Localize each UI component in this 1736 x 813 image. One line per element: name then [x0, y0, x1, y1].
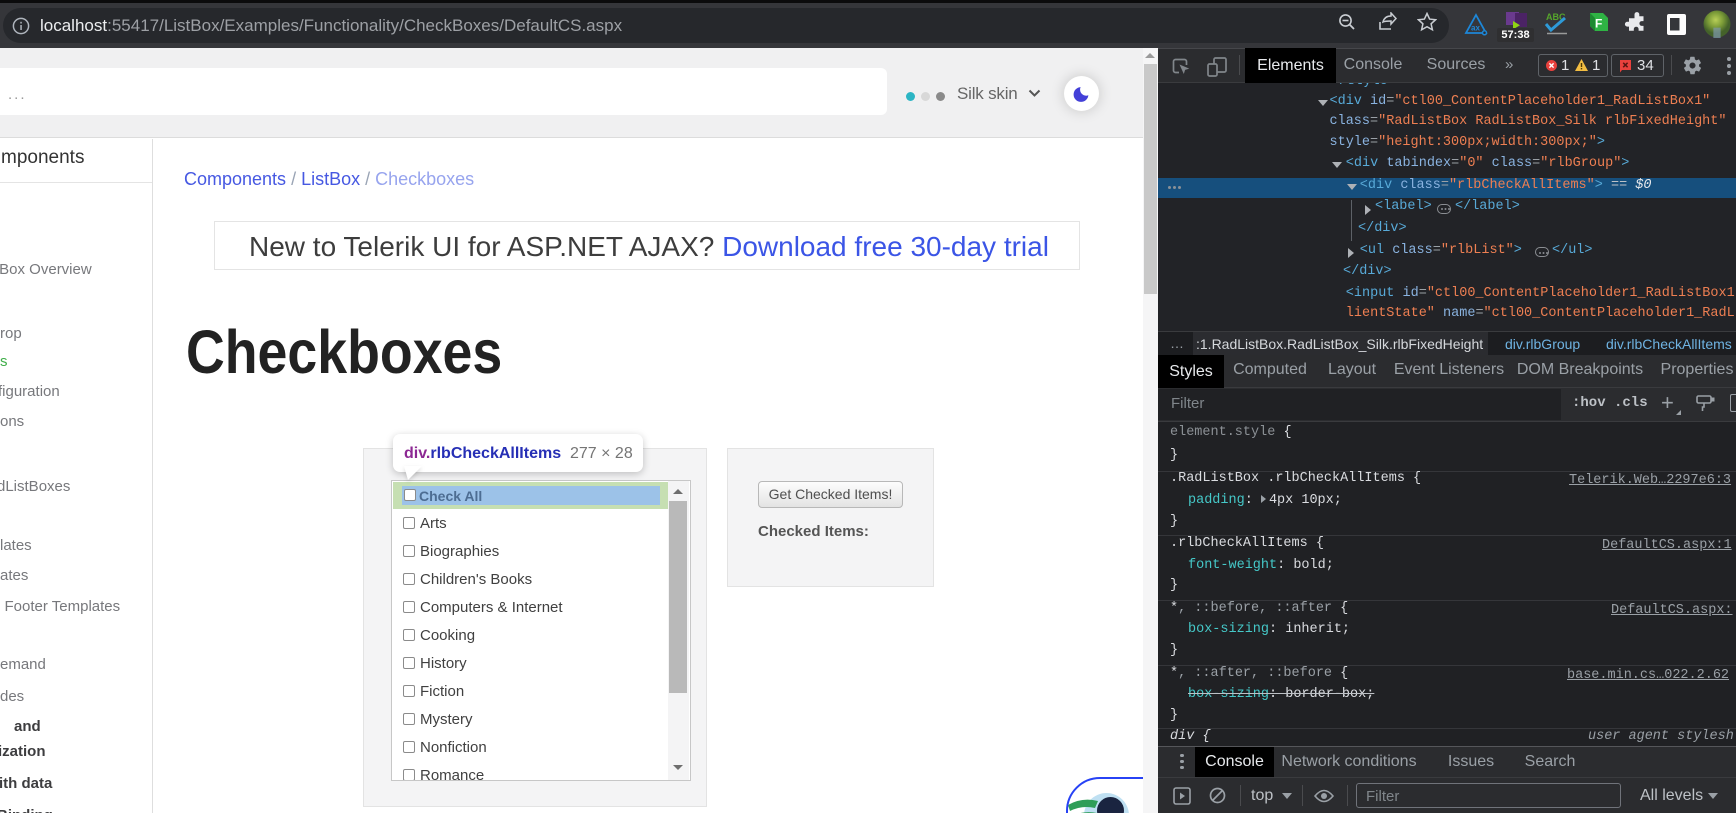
- svg-text:ax: ax: [1471, 24, 1480, 33]
- svg-text:F: F: [1595, 17, 1602, 31]
